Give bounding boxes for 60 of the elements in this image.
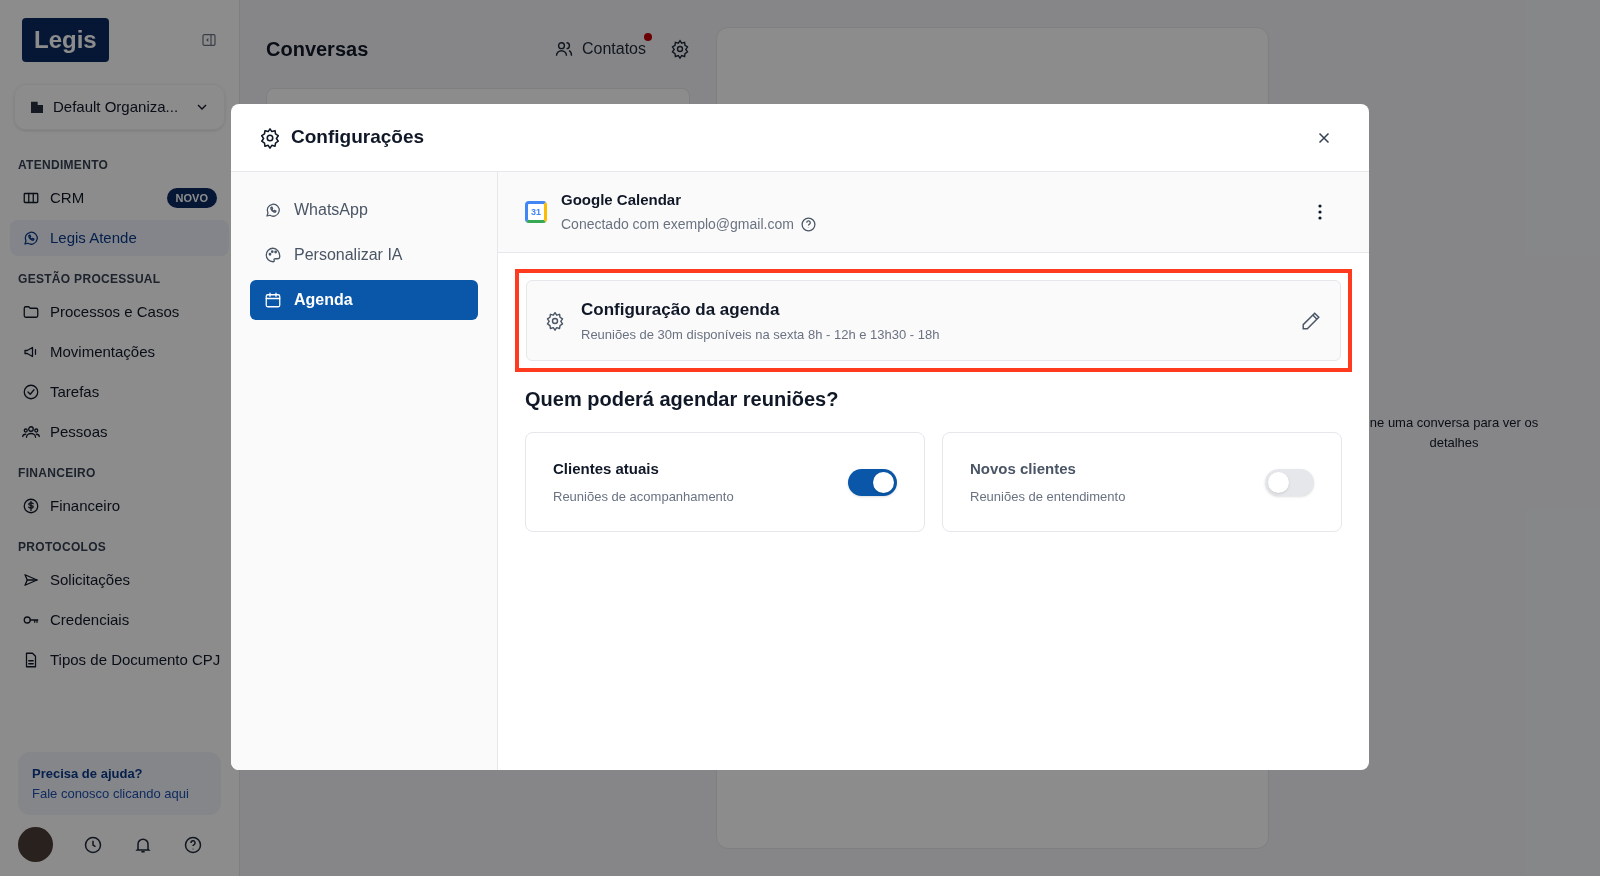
- sidebar-item[interactable]: Solicitações: [10, 562, 229, 598]
- option-description: Reuniões de acompanhamento: [553, 487, 735, 506]
- page-title: Conversas: [266, 37, 369, 62]
- card-subtitle: Reuniões de 30m disponíveis na sexta 8h - 12h e 13h30 - 18h: [581, 325, 941, 344]
- settings-icon: [259, 126, 281, 149]
- people-icon: [22, 423, 40, 441]
- settings-nav-item[interactable]: Agenda: [250, 280, 478, 320]
- help-title: Precisa de ajuda?: [32, 765, 144, 783]
- clock-icon[interactable]: [83, 834, 103, 855]
- sidebar-item[interactable]: Legis Atende: [10, 220, 229, 256]
- section-heading: PROTOCOLOS: [17, 539, 108, 556]
- organization-selector[interactable]: Default Organiza...: [14, 84, 225, 130]
- more-options-icon[interactable]: [1318, 204, 1322, 220]
- logo[interactable]: Legis: [22, 18, 109, 62]
- calendar-app-icon: 31: [525, 201, 547, 223]
- option-title: Novos clientes: [970, 459, 1077, 479]
- settings-nav-item[interactable]: Personalizar IA: [250, 235, 478, 275]
- chat-bubble-icon: [22, 229, 40, 247]
- collapse-sidebar-icon[interactable]: [201, 32, 217, 48]
- palette-icon: [264, 246, 282, 264]
- contact-link[interactable]: Fale conosco clicando aqui: [32, 783, 207, 803]
- section-heading: GESTÃO PROCESSUAL: [17, 270, 162, 288]
- avatar[interactable]: [18, 827, 53, 862]
- dialog-title: Configurações: [291, 125, 426, 150]
- new-badge: NOVO: [166, 187, 217, 209]
- section-title: Quem poderá agendar reuniões?: [525, 387, 840, 412]
- connection-status: Conectado com exemplo@gmail.com: [561, 214, 794, 234]
- option-description: Reuniões de entendimento: [970, 487, 1127, 506]
- integration-name: Google Calendar: [561, 190, 683, 211]
- folder-icon: [22, 303, 40, 321]
- people-icon: [553, 39, 574, 59]
- check-circle-icon: [22, 383, 40, 401]
- sidebar-item[interactable]: Processos e Casos: [10, 294, 229, 330]
- toggle-switch[interactable]: [1265, 468, 1314, 496]
- section-heading: ATENDIMENTO: [17, 157, 110, 174]
- option-title: Clientes atuais: [553, 459, 660, 479]
- help-icon[interactable]: [799, 215, 817, 233]
- pencil-icon[interactable]: [1300, 309, 1322, 332]
- contacts-button[interactable]: Contatos: [553, 37, 646, 61]
- settings-icon: [545, 310, 565, 331]
- send-icon: [22, 571, 40, 589]
- sidebar-item[interactable]: Tarefas: [10, 374, 229, 410]
- calendar-icon: [264, 291, 282, 309]
- building-icon: [29, 99, 45, 115]
- settings-nav-item[interactable]: WhatsApp: [250, 190, 478, 230]
- card-title: Configuração da agenda: [581, 299, 781, 321]
- help-icon[interactable]: [183, 834, 203, 855]
- sidebar-item[interactable]: CRM NOVO: [10, 180, 229, 216]
- toggle-switch[interactable]: [848, 468, 897, 496]
- dollar-circle-icon: [22, 497, 40, 515]
- sidebar-item[interactable]: Movimentações: [10, 334, 229, 370]
- schedule-settings-card[interactable]: Configuração da agenda Reuniões de 30m disponíveis na sexta 8h - 12h e 13h30 - 18h: [526, 280, 1341, 361]
- section-heading: FINANCEIRO: [17, 465, 97, 482]
- settings-icon[interactable]: [670, 39, 690, 59]
- sidebar-item[interactable]: Pessoas: [10, 414, 229, 450]
- sidebar-item[interactable]: Credenciais: [10, 602, 229, 638]
- chat-bubble-icon: [264, 201, 282, 219]
- sidebar-item[interactable]: Financeiro: [10, 488, 229, 524]
- sidebar-item[interactable]: Tipos de Documento CPJ: [10, 642, 229, 678]
- empty-state-text: ne uma conversa para ver os detalhes: [1368, 414, 1540, 452]
